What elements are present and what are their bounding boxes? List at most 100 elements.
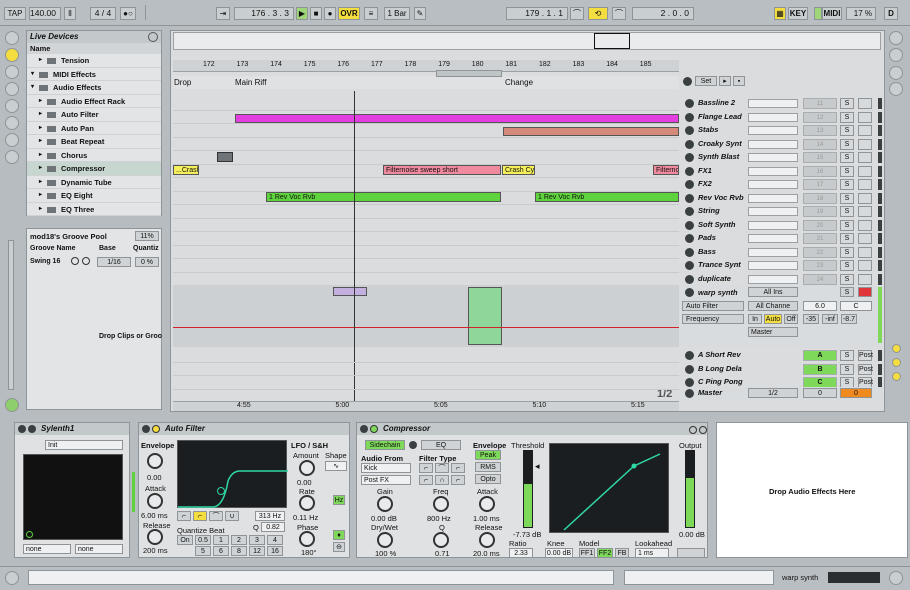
- device-drop-area[interactable]: Drop Audio Effects Here: [716, 422, 908, 558]
- comp-q-knob[interactable]: [433, 532, 449, 548]
- locator-menu-icon[interactable]: ▪: [733, 76, 745, 86]
- browser-resize-handle[interactable]: [8, 240, 14, 390]
- track-io-field[interactable]: [748, 166, 798, 176]
- comp-threshold-meter[interactable]: [523, 450, 533, 528]
- comp-freq-knob[interactable]: [433, 496, 449, 512]
- xy-handle[interactable]: [26, 531, 33, 538]
- monitor-off-button[interactable]: Off: [784, 314, 798, 324]
- groove-commit-icon[interactable]: [82, 257, 90, 265]
- comp-transfer-display[interactable]: [549, 443, 669, 533]
- sylenth-preset-select[interactable]: Init: [45, 440, 123, 450]
- clip-launch-icon[interactable]: [685, 126, 694, 135]
- af-release-knob[interactable]: [147, 529, 163, 545]
- track-number[interactable]: 13: [803, 125, 837, 136]
- arm-icon[interactable]: [858, 273, 872, 285]
- af-notch-icon[interactable]: ∪: [225, 511, 239, 521]
- filter-lp-icon[interactable]: ⌐: [419, 463, 433, 473]
- device-fold-icon[interactable]: [360, 425, 368, 433]
- browser-item[interactable]: ▸ EQ Eight: [27, 189, 161, 203]
- browser-item[interactable]: ▾ MIDI Effects: [27, 68, 161, 81]
- hotswap-icon[interactable]: [5, 150, 19, 164]
- browser-item[interactable]: ▸ Compressor: [27, 162, 161, 176]
- bar-ruler[interactable]: 172 173 174 175 176 177 178 179 180 181 182 183 184 1…: [173, 60, 679, 72]
- device-fold-icon[interactable]: [142, 425, 150, 433]
- filter-bp-icon[interactable]: ⌒: [435, 463, 449, 473]
- quantize-beat-button[interactable]: 3: [249, 535, 265, 545]
- global-groove-amount[interactable]: 11%: [135, 231, 159, 241]
- track-lane[interactable]: [173, 97, 679, 111]
- monitor-in-button[interactable]: In: [748, 314, 762, 324]
- track-fold-icon[interactable]: [685, 364, 694, 374]
- track-lane[interactable]: [173, 232, 679, 246]
- quantize-beat-button[interactable]: On: [177, 535, 193, 545]
- arm-icon[interactable]: [858, 192, 872, 204]
- track-io-field[interactable]: [748, 220, 798, 230]
- track-lane[interactable]: [173, 178, 679, 192]
- track-io-field[interactable]: [748, 112, 798, 122]
- browser-item[interactable]: ▸ Auto Pan: [27, 122, 161, 135]
- monitor-auto-button[interactable]: Auto: [764, 314, 782, 324]
- clip-stabs[interactable]: [503, 127, 679, 136]
- prev-locator-icon[interactable]: [683, 77, 692, 86]
- track-lane[interactable]: [173, 138, 679, 151]
- track-lane[interactable]: [173, 205, 679, 219]
- arm-icon[interactable]: [858, 152, 872, 163]
- track-volume-field[interactable]: 6.0: [803, 301, 837, 311]
- clip-warp-1[interactable]: [333, 287, 367, 296]
- filter-shelf-icon[interactable]: ⌐: [419, 475, 433, 485]
- arm-icon[interactable]: [858, 233, 872, 244]
- track-lane[interactable]: [173, 246, 679, 259]
- return-lane[interactable]: [173, 376, 679, 390]
- clip-rev-voc-1[interactable]: 1 Rev Voc Rvb: [266, 192, 501, 202]
- track-name[interactable]: Rev Voc Rvb: [698, 193, 744, 202]
- return-lane[interactable]: [173, 363, 679, 376]
- return-letter[interactable]: A: [803, 350, 837, 361]
- arm-icon[interactable]: [858, 111, 872, 123]
- filter-notch-icon[interactable]: ⌐: [451, 475, 465, 485]
- track-io-field[interactable]: [748, 247, 798, 257]
- loop-start-field[interactable]: 179 . 1 . 1: [506, 7, 568, 20]
- groove-quant-field[interactable]: 0 %: [135, 257, 159, 267]
- browser-menu-icon[interactable]: [148, 32, 158, 42]
- master-pan-field[interactable]: 0: [840, 388, 872, 398]
- track-fold-icon[interactable]: [685, 351, 694, 360]
- expand-triangle-icon[interactable]: ▸: [39, 95, 42, 108]
- locator-change[interactable]: Change: [505, 78, 533, 87]
- solo-button[interactable]: S: [840, 260, 854, 271]
- loop-brace[interactable]: [436, 70, 502, 77]
- track-name[interactable]: duplicate: [698, 274, 731, 283]
- expand-triangle-icon[interactable]: ▸: [39, 135, 42, 148]
- af-envelope-knob[interactable]: [147, 453, 163, 469]
- quantize-menu-icon[interactable]: ≡: [364, 7, 378, 20]
- send-b-field[interactable]: -inf: [822, 314, 838, 324]
- warp-synth-lane[interactable]: [173, 285, 679, 347]
- expand-triangle-icon[interactable]: ▸: [39, 122, 42, 135]
- nudge-icon[interactable]: ⦀: [64, 7, 76, 20]
- expand-triangle-icon[interactable]: ▸: [39, 54, 42, 67]
- browser-item[interactable]: ▸ EQ Three: [27, 203, 161, 216]
- browser-item[interactable]: ▾ Audio Effects: [27, 81, 161, 95]
- browser-item[interactable]: ▸ Auto Filter: [27, 108, 161, 122]
- arrangement-toggle-icon[interactable]: [889, 31, 903, 45]
- zoom-out-icon[interactable]: [892, 358, 901, 367]
- automation-param-select[interactable]: Frequency: [682, 314, 744, 324]
- locator-drop[interactable]: Drop: [174, 78, 191, 87]
- solo-button[interactable]: S: [840, 233, 854, 244]
- master-volume-field[interactable]: 0: [803, 388, 837, 398]
- af-hz-button[interactable]: Hz: [333, 495, 345, 505]
- groove-row-name[interactable]: Swing 16: [30, 258, 60, 265]
- expand-triangle-icon[interactable]: ▾: [31, 68, 34, 81]
- comp-lookahead-select[interactable]: 1 ms: [635, 548, 669, 558]
- expand-triangle-icon[interactable]: ▸: [39, 203, 42, 216]
- clip-launch-icon[interactable]: [685, 180, 694, 189]
- solo-button[interactable]: S: [840, 363, 854, 375]
- locator-lane[interactable]: Drop Main Riff Change: [173, 76, 679, 89]
- comp-opto-button[interactable]: Opto: [475, 474, 501, 484]
- comp-ff2-button[interactable]: FF2: [597, 548, 613, 558]
- draw-mode-icon[interactable]: ✎: [414, 7, 426, 20]
- arm-icon[interactable]: [858, 246, 872, 258]
- quantize-beat-button[interactable]: 12: [249, 546, 265, 556]
- places-browser-icon[interactable]: [5, 99, 19, 113]
- comp-makeup-button[interactable]: [677, 548, 705, 558]
- send-a-field[interactable]: -35: [803, 314, 819, 324]
